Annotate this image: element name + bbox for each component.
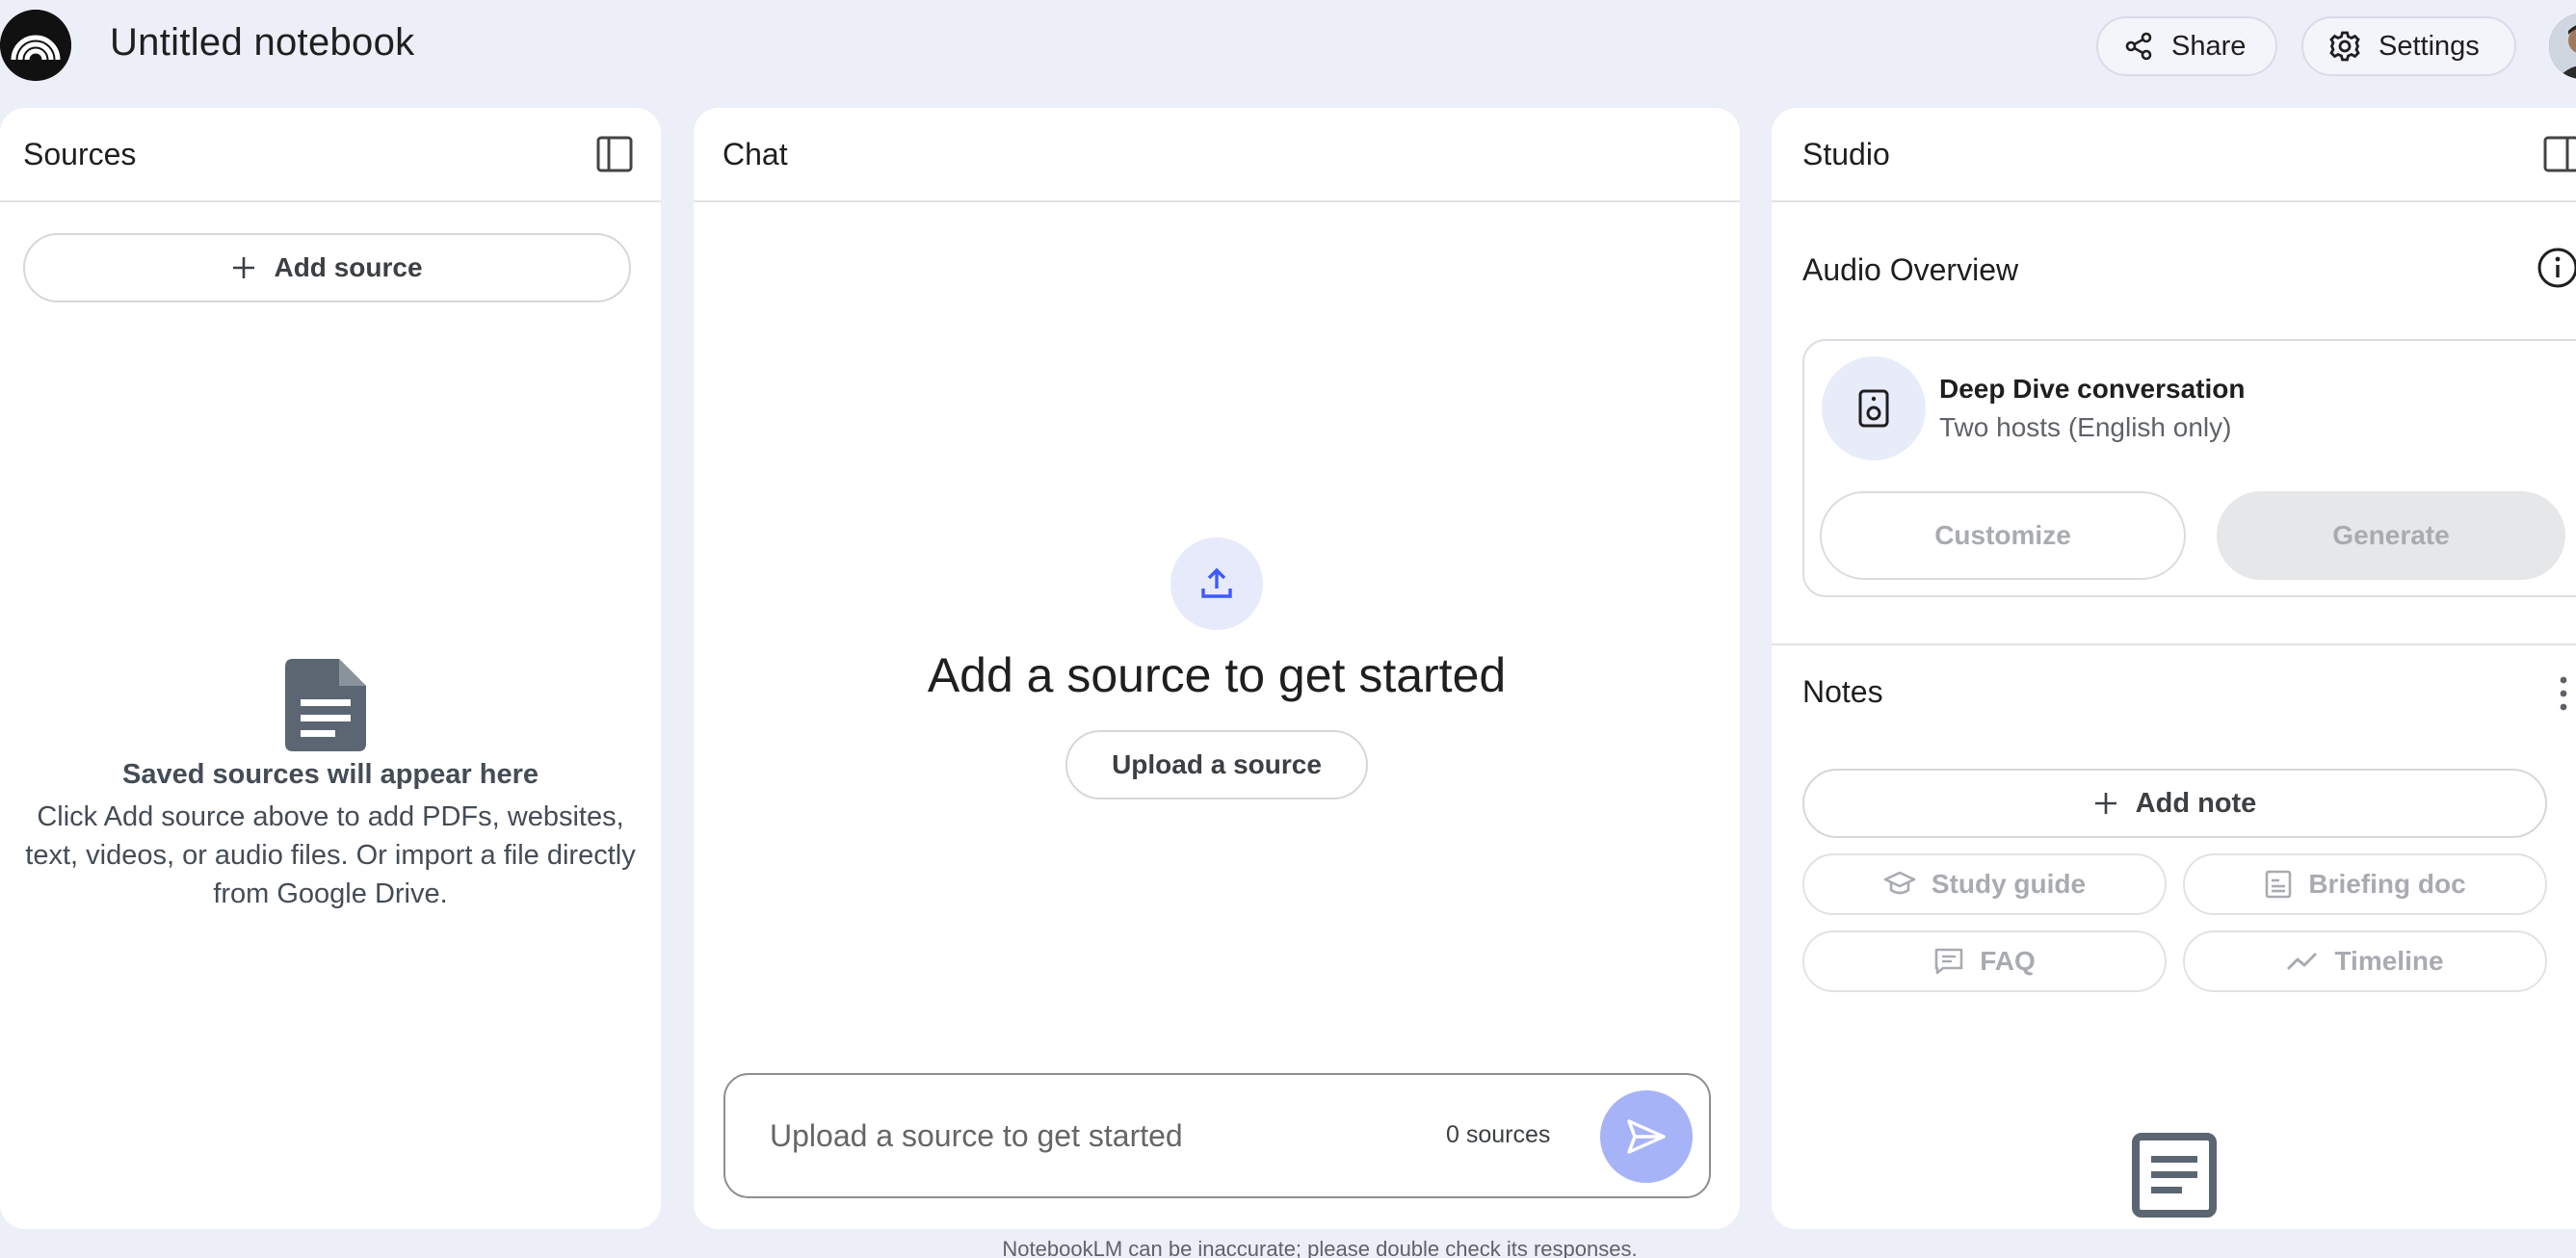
chat-input-box: 0 sources [723, 1073, 1711, 1198]
graduation-cap-icon [1883, 871, 1916, 895]
studio-divider [1772, 643, 2576, 645]
document-icon [285, 659, 366, 751]
disclaimer-text: NotebookLM can be inaccurate; please dou… [1002, 1237, 1638, 1258]
share-icon [2125, 32, 2152, 61]
avatar[interactable] [2549, 13, 2576, 79]
briefing-doc-label: Briefing doc [2308, 869, 2466, 899]
sources-title: Sources [23, 137, 137, 171]
sources-count: 0 sources [1446, 1121, 1551, 1148]
audio-card-subtitle: Two hosts (English only) [1939, 412, 2232, 442]
timeline-label: Timeline [2334, 946, 2444, 976]
audio-card-title: Deep Dive conversation [1939, 374, 2246, 404]
timeline-button[interactable]: Timeline [2183, 930, 2547, 992]
notes-document-icon [2132, 1133, 2217, 1218]
chat-empty-heading: Add a source to get started [927, 648, 1507, 702]
send-button[interactable] [1600, 1090, 1693, 1183]
notebook-title[interactable]: Untitled notebook [110, 21, 414, 65]
study-guide-button[interactable]: Study guide [1802, 853, 2167, 915]
plus-icon [233, 257, 255, 278]
add-source-button[interactable]: Add source [23, 233, 631, 302]
study-guide-label: Study guide [1931, 869, 2087, 899]
sources-panel: Sources Add source Saved sources will ap… [0, 108, 661, 1229]
info-icon[interactable] [2537, 247, 2576, 289]
share-button[interactable]: Share [2096, 16, 2277, 76]
add-source-label: Add source [274, 252, 423, 282]
briefing-doc-button[interactable]: Briefing doc [2183, 853, 2547, 915]
settings-button[interactable]: Settings [2301, 16, 2516, 76]
briefing-doc-icon [2266, 870, 2292, 899]
add-note-label: Add note [2135, 787, 2257, 819]
chat-title: Chat [723, 137, 788, 171]
studio-title: Studio [1802, 137, 1890, 171]
customize-button[interactable]: Customize [1820, 491, 2186, 580]
settings-label: Settings [2379, 30, 2480, 62]
audio-overview-title: Audio Overview [1802, 252, 2019, 287]
upload-source-button[interactable]: Upload a source [1065, 730, 1368, 799]
chat-input[interactable] [768, 1112, 1394, 1160]
share-label: Share [2171, 30, 2247, 62]
collapse-panel-icon[interactable] [595, 135, 634, 173]
chat-panel: Chat Add a source to get started Upload … [694, 108, 1740, 1229]
faq-button[interactable]: FAQ [1802, 930, 2167, 992]
faq-label: FAQ [1980, 946, 2036, 976]
faq-icon [1934, 948, 1963, 975]
studio-header: Studio [1772, 108, 2576, 202]
studio-panel: Studio Audio Overview Deep Dive conversa… [1772, 108, 2576, 1229]
chat-header: Chat [694, 108, 1740, 202]
audio-overview-card: Deep Dive conversation Two hosts (Englis… [1802, 339, 2576, 597]
top-bar: Untitled notebook Share Settings [0, 0, 2576, 92]
gear-icon [2329, 31, 2360, 62]
add-note-button[interactable]: Add note [1802, 769, 2547, 838]
empty-sources-description: Click Add source above to add PDFs, webs… [25, 801, 636, 909]
notebooklm-logo-icon[interactable] [0, 10, 71, 81]
trend-icon [2287, 952, 2318, 971]
sources-header: Sources [0, 108, 661, 202]
generate-button[interactable]: Generate [2217, 491, 2565, 580]
send-icon [1627, 1119, 1666, 1154]
more-options-icon[interactable] [2554, 672, 2573, 715]
plus-icon [2094, 793, 2116, 814]
collapse-panel-icon[interactable] [2542, 135, 2576, 173]
footer: NotebookLM can be inaccurate; please dou… [0, 1229, 2576, 1258]
speaker-icon [1822, 356, 1926, 460]
upload-icon [1170, 537, 1263, 630]
empty-sources-heading: Saved sources will appear here [122, 759, 539, 790]
notes-title: Notes [1802, 674, 1883, 709]
